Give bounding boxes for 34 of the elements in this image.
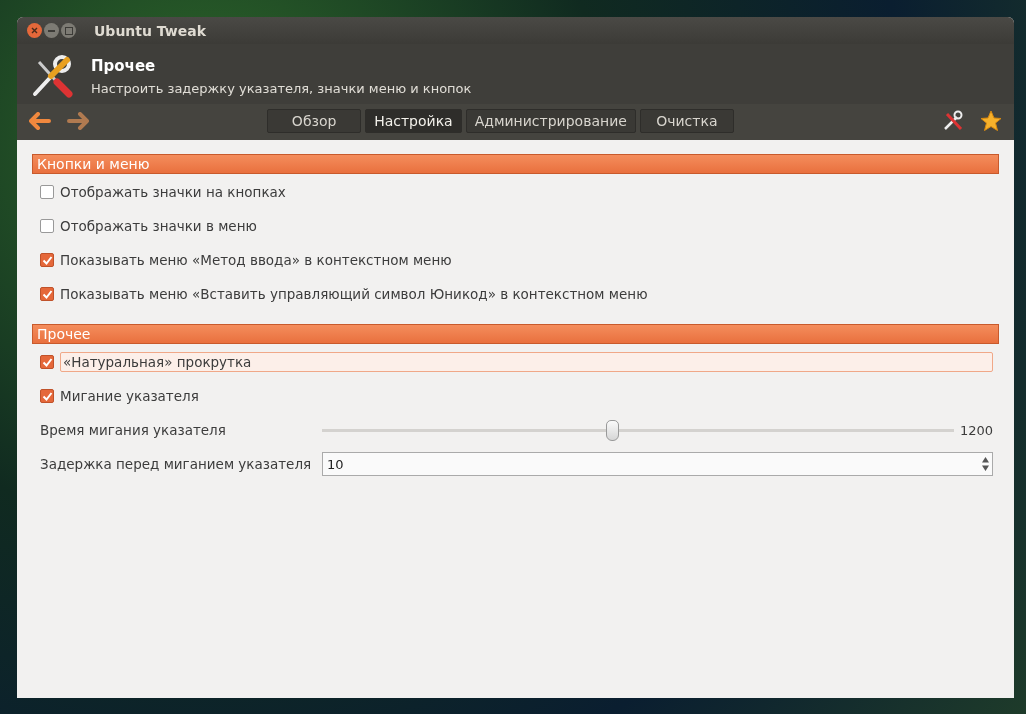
- checkbox[interactable]: [40, 355, 54, 369]
- slider-value: 1200: [959, 422, 993, 438]
- minimize-icon[interactable]: [44, 23, 59, 38]
- tab[interactable]: Обзор: [267, 109, 362, 133]
- spin-field[interactable]: 10: [322, 452, 993, 476]
- checkbox-label[interactable]: Показывать меню «Метод ввода» в контекстном меню: [60, 250, 452, 270]
- spin-arrows-icon[interactable]: [981, 454, 990, 474]
- checkbox[interactable]: [40, 253, 54, 267]
- slider-label: Время мигания указателя: [40, 422, 227, 438]
- checkbox-label[interactable]: Показывать меню «Вставить управляющий символ Юникод» в контекстном меню: [60, 284, 648, 304]
- tab[interactable]: Администрирование: [465, 109, 636, 133]
- page-title: Прочее: [91, 56, 157, 75]
- forward-arrow-icon[interactable]: [67, 112, 89, 130]
- window-title: Ubuntu Tweak: [94, 22, 207, 39]
- section-header: Прочее: [32, 324, 999, 344]
- checkbox-label[interactable]: Отображать значки в меню: [60, 216, 257, 236]
- maximize-icon[interactable]: [61, 23, 76, 38]
- tab[interactable]: Очистка: [639, 109, 734, 133]
- back-arrow-icon[interactable]: [29, 112, 51, 130]
- star-icon[interactable]: [980, 110, 1002, 132]
- checkbox-label[interactable]: «Натуральная» прокрутка: [60, 352, 993, 372]
- slider-thumb[interactable]: [605, 419, 619, 441]
- checkbox[interactable]: [40, 287, 54, 301]
- tab[interactable]: Настройка: [365, 109, 462, 133]
- checkbox[interactable]: [40, 185, 54, 199]
- checkbox-label[interactable]: Отображать значки на кнопках: [60, 182, 286, 202]
- page-subtitle: Настроить задержку указателя, значки меню и кнопок: [91, 80, 472, 96]
- tools-icon[interactable]: [942, 110, 964, 132]
- close-icon[interactable]: [27, 23, 42, 38]
- checkbox[interactable]: [40, 219, 54, 233]
- checkbox-label[interactable]: Мигание указателя: [60, 386, 199, 406]
- section-header: Кнопки и меню: [32, 154, 999, 174]
- checkbox[interactable]: [40, 389, 54, 403]
- spin-label: Задержка перед миганием указателя: [40, 456, 313, 472]
